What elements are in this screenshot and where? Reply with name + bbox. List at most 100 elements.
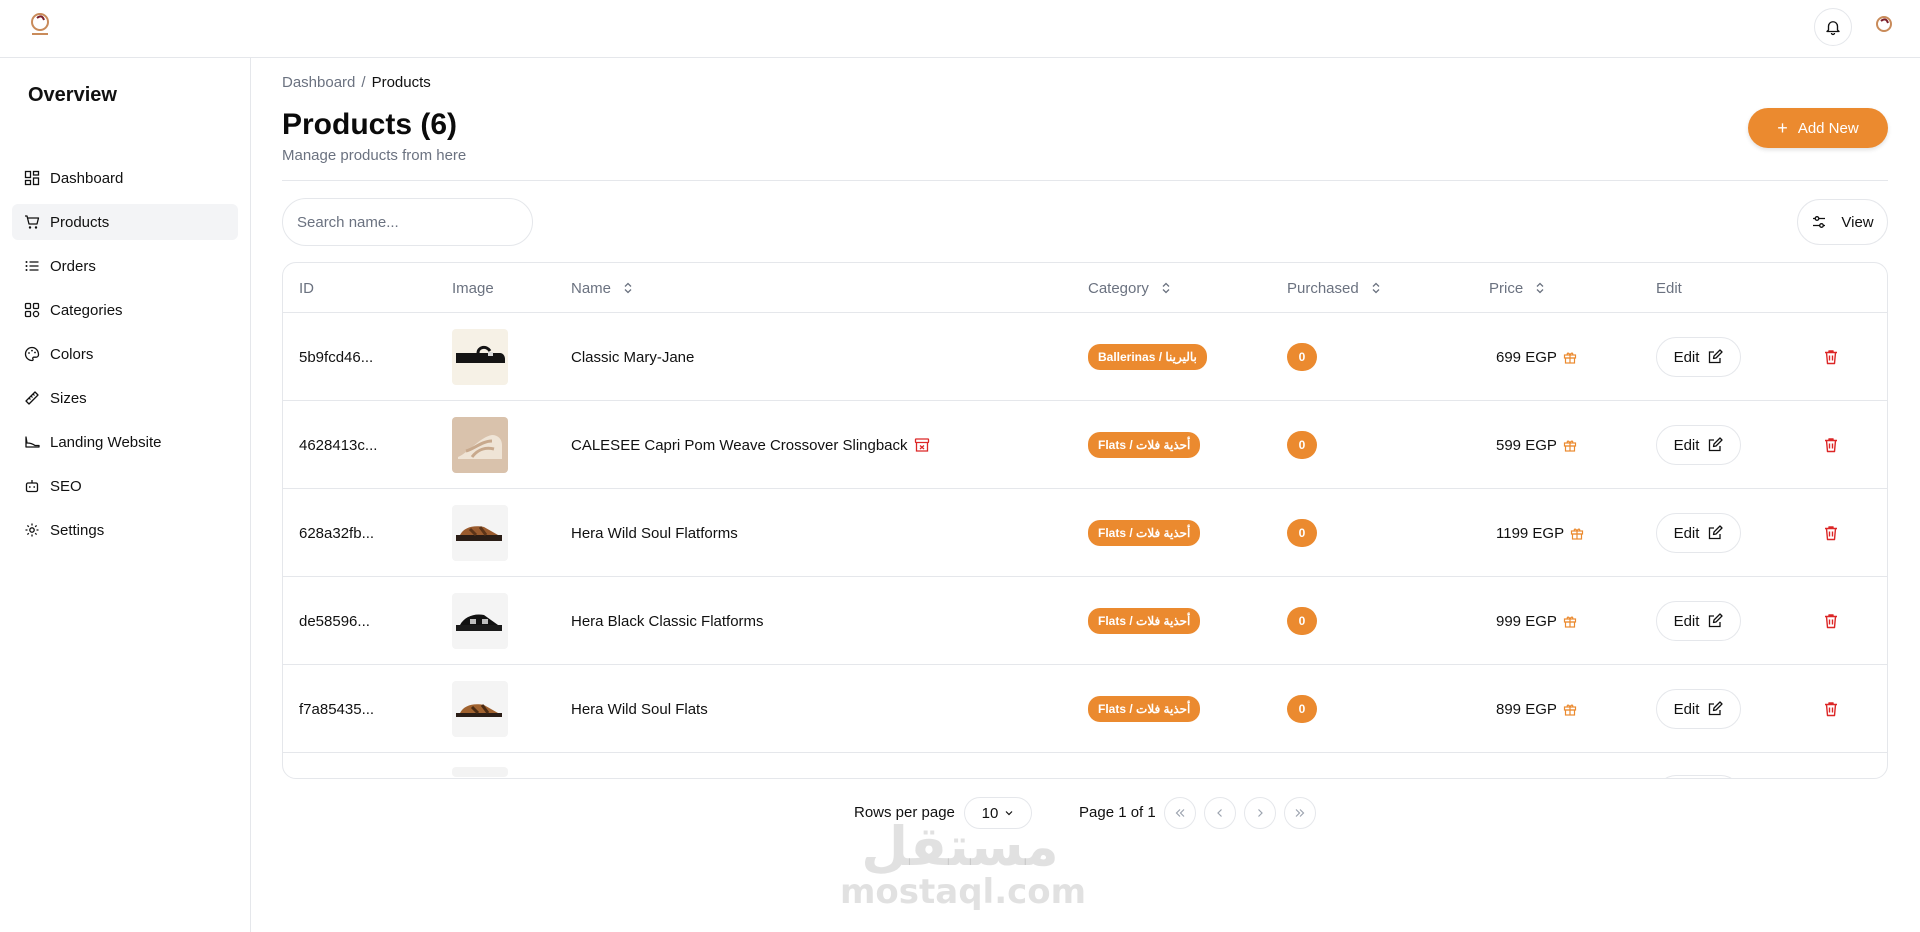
edit-label: Edit: [1673, 524, 1700, 542]
product-image-cell: [452, 313, 508, 401]
sidebar-item-dashboard[interactable]: Dashboard: [12, 160, 238, 196]
edit-cell: Edit: [1656, 665, 1741, 753]
brand-logo[interactable]: [28, 10, 52, 38]
purchased-count-badge: 0: [1287, 431, 1317, 459]
sidebar-item-seo[interactable]: SEO: [12, 468, 238, 504]
trash-icon: [1825, 702, 1837, 717]
sidebar-item-label: Orders: [50, 257, 96, 275]
purchased-count-badge: 0: [1287, 343, 1317, 371]
sidebar-item-categories[interactable]: Categories: [12, 292, 238, 328]
sidebar-item-landing-website[interactable]: Landing Website: [12, 424, 238, 460]
search-input[interactable]: [282, 198, 533, 246]
category-badge: Ballerinas / باليرينا: [1088, 344, 1207, 370]
product-thumbnail: [452, 329, 508, 385]
product-thumbnail: [452, 767, 508, 777]
product-thumbnail: [452, 417, 508, 473]
delete-button[interactable]: [1821, 435, 1841, 455]
gift-icon: [1563, 616, 1576, 628]
shopping-cart-icon: [25, 215, 40, 229]
delete-button[interactable]: [1821, 611, 1841, 631]
first-page-button[interactable]: [1164, 797, 1196, 829]
category-cell: Flats / أحذية فلات: [1088, 577, 1201, 665]
purchased-count-badge: 0: [1287, 607, 1317, 635]
user-avatar[interactable]: [1872, 12, 1896, 38]
delete-cell: [1821, 665, 1841, 753]
table-header: ID Image Name Category Purchased Price E…: [283, 263, 1887, 313]
watermark-latin: mostaql.com: [840, 872, 1087, 912]
category-cell: Ballerinas / باليرينا: [1088, 313, 1207, 401]
product-price: 899 EGP: [1496, 700, 1557, 718]
delete-button[interactable]: [1821, 699, 1841, 719]
category-badge: Flats / أحذية فلات: [1088, 696, 1201, 722]
chevron-left-icon: [1217, 809, 1222, 817]
page-subtitle: Manage products from here: [282, 147, 467, 164]
trash-icon: [1825, 614, 1837, 629]
column-header-name[interactable]: Name: [571, 263, 633, 313]
previous-page-button[interactable]: [1204, 797, 1236, 829]
gift-icon: [1571, 528, 1584, 540]
breadcrumb-dashboard-link[interactable]: Dashboard: [282, 74, 355, 91]
add-new-button[interactable]: + Add New: [1748, 108, 1888, 148]
column-header-price[interactable]: Price: [1489, 263, 1545, 313]
watermark: مستقل mostaql.com: [840, 820, 1087, 913]
sidebar-item-label: Sizes: [50, 389, 87, 407]
product-id: 628a32fb...: [299, 524, 375, 542]
edit-button[interactable]: Edit: [1656, 601, 1741, 641]
delete-cell: [1821, 401, 1841, 489]
sidebar: Overview Dashboard Products Orders Categ…: [0, 58, 251, 932]
product-id: 5b9fcd46...: [299, 348, 374, 366]
product-id: 4628413c...: [299, 436, 378, 454]
sidebar-item-label: Landing Website: [50, 433, 162, 451]
trash-icon: [1825, 526, 1837, 541]
category-badge: Flats / أحذية فلات: [1088, 432, 1201, 458]
column-header-category[interactable]: Category: [1088, 263, 1171, 313]
delete-cell: [1821, 489, 1841, 577]
sidebar-item-label: Settings: [50, 521, 105, 539]
purchased-cell: 0: [1287, 313, 1317, 401]
product-name: Hera Wild Soul Flatforms: [571, 524, 738, 542]
category-cell: Flats / أحذية فلات: [1088, 665, 1201, 753]
table-row: 628a32fb... Hera Wild Soul Flatforms Fla…: [283, 489, 1887, 577]
gift-icon: [1563, 352, 1576, 364]
category-badge: Flats / أحذية فلات: [1088, 608, 1201, 634]
edit-button[interactable]: Edit: [1656, 689, 1741, 729]
price-cell: 699 EGP: [1496, 313, 1577, 401]
price-cell: 1199 EGP: [1496, 489, 1584, 577]
edit-button[interactable]: Edit: [1656, 337, 1741, 377]
edit-cell: Edit: [1656, 313, 1741, 401]
table-row: f7a85435... Hera Wild Soul Flats Flats /…: [283, 665, 1887, 753]
delete-button[interactable]: [1821, 347, 1841, 367]
sort-icon: [1536, 282, 1544, 294]
product-image-cell: [452, 665, 508, 753]
sliders-icon: [1813, 216, 1826, 228]
notifications-button[interactable]: [1814, 8, 1852, 46]
product-price: 599 EGP: [1496, 436, 1557, 454]
palette-icon: [24, 346, 40, 362]
dashboard-grid-icon: [24, 170, 40, 186]
last-page-button[interactable]: [1284, 797, 1316, 829]
breadcrumb: Dashboard / Products: [282, 74, 431, 91]
sidebar-nav: Dashboard Products Orders Categories Col…: [12, 160, 238, 556]
list-icon: [25, 261, 39, 271]
product-thumbnail: [452, 681, 508, 737]
sidebar-item-colors[interactable]: Colors: [12, 336, 238, 372]
sidebar-item-orders[interactable]: Orders: [12, 248, 238, 284]
product-price: 1199 EGP: [1496, 524, 1565, 542]
sidebar-item-sizes[interactable]: Sizes: [12, 380, 238, 416]
edit-label: Edit: [1673, 436, 1700, 454]
view-options-button[interactable]: View: [1797, 199, 1888, 245]
purchased-cell: 0: [1287, 401, 1317, 489]
product-image-cell: [452, 753, 508, 778]
sidebar-item-products[interactable]: Products: [12, 204, 238, 240]
edit-button[interactable]: Edit: [1656, 513, 1741, 553]
edit-button[interactable]: [1656, 775, 1741, 778]
column-header-purchased[interactable]: Purchased: [1287, 263, 1381, 313]
next-page-button[interactable]: [1244, 797, 1276, 829]
sidebar-item-settings[interactable]: Settings: [12, 512, 238, 548]
sidebar-title: Overview: [28, 84, 117, 106]
delete-button[interactable]: [1821, 523, 1841, 543]
bell-icon: [1826, 21, 1840, 36]
category-badge: Flats / أحذية فلات: [1088, 520, 1201, 546]
edit-button[interactable]: Edit: [1656, 425, 1741, 465]
page-title: Products (6): [282, 108, 458, 141]
